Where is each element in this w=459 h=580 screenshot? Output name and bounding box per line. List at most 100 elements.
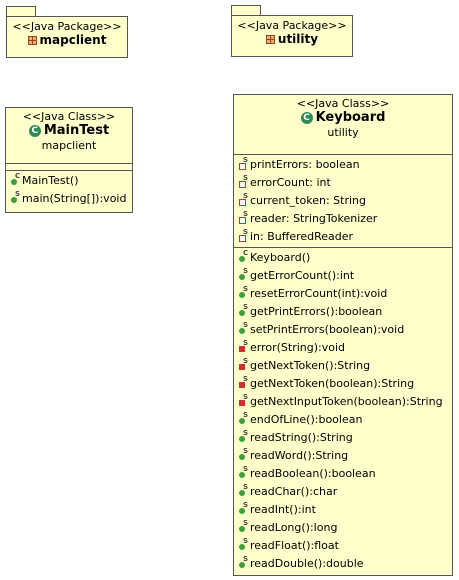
package-icon bbox=[265, 35, 275, 44]
method-item[interactable]: S readBoolean():boolean bbox=[238, 465, 452, 483]
method-label: getErrorCount():int bbox=[250, 269, 355, 282]
field-label: current_token: String bbox=[250, 194, 366, 207]
method-label: readDouble():double bbox=[250, 557, 364, 570]
package-title: utility bbox=[265, 32, 319, 47]
static-public-method-icon: S bbox=[238, 411, 250, 429]
package-name: mapclient bbox=[39, 33, 107, 47]
method-item[interactable]: S getErrorCount():int bbox=[238, 267, 452, 285]
method-item[interactable]: S readLong():long bbox=[238, 519, 452, 537]
method-item[interactable]: S readChar():char bbox=[238, 483, 452, 501]
method-label: getNextInputToken(boolean):String bbox=[250, 395, 443, 408]
static-private-method-icon: S bbox=[238, 393, 250, 411]
field-item[interactable]: S errorCount: int bbox=[238, 174, 452, 192]
field-item[interactable]: S in: BufferedReader bbox=[238, 228, 452, 246]
method-item[interactable]: S resetErrorCount(int):void bbox=[238, 285, 452, 303]
field-label: in: BufferedReader bbox=[250, 230, 354, 243]
package-name: utility bbox=[277, 32, 319, 46]
method-label: readChar():char bbox=[250, 485, 338, 498]
static-public-method-icon: S bbox=[238, 447, 250, 465]
method-label: main(String[]):void bbox=[22, 192, 127, 205]
method-item[interactable]: S readFloat():float bbox=[238, 537, 452, 555]
package-icon bbox=[27, 36, 37, 45]
method-label: error(String):void bbox=[250, 341, 346, 354]
static-public-method-icon: S bbox=[238, 537, 250, 555]
class-title: C Keyboard bbox=[300, 110, 386, 126]
method-label: readString():String bbox=[250, 431, 353, 444]
class-icon: C bbox=[28, 125, 41, 137]
method-item[interactable]: C MainTest() bbox=[10, 172, 132, 190]
class-header: <<Java Class>> C MainTest mapclient bbox=[6, 108, 132, 163]
method-label: getNextToken():String bbox=[250, 359, 371, 372]
method-label: readBoolean():boolean bbox=[250, 467, 376, 480]
field-item[interactable]: S reader: StringTokenizer bbox=[238, 210, 452, 228]
static-public-method-icon: S bbox=[10, 190, 22, 208]
field-label: printErrors: boolean bbox=[250, 158, 360, 171]
package-tab bbox=[231, 5, 261, 15]
package-tab bbox=[6, 6, 36, 16]
method-item[interactable]: S setPrintErrors(boolean):void bbox=[238, 321, 452, 339]
package-body: <<Java Package>> utility bbox=[231, 15, 353, 57]
static-public-method-icon: S bbox=[238, 429, 250, 447]
method-item[interactable]: S getNextToken(boolean):String bbox=[238, 375, 452, 393]
static-public-method-icon: S bbox=[238, 465, 250, 483]
method-list: C Keyboard() S getErrorCount():int S res… bbox=[234, 247, 452, 575]
field-label: errorCount: int bbox=[250, 176, 331, 189]
package-mapclient[interactable]: <<Java Package>> mapclient bbox=[6, 6, 128, 58]
static-public-method-icon: S bbox=[238, 519, 250, 537]
package-utility[interactable]: <<Java Package>> utility bbox=[231, 5, 353, 57]
class-title: C MainTest bbox=[28, 123, 109, 139]
method-label: readFloat():float bbox=[250, 539, 339, 552]
method-label: resetErrorCount(int):void bbox=[250, 287, 388, 300]
class-package: utility bbox=[327, 126, 359, 139]
class-name: Keyboard bbox=[315, 110, 386, 125]
static-public-method-icon: S bbox=[238, 303, 250, 321]
method-item[interactable]: S error(String):void bbox=[238, 339, 452, 357]
static-private-field-icon: S bbox=[238, 228, 250, 246]
method-item[interactable]: S getNextToken():String bbox=[238, 357, 452, 375]
static-private-field-icon: S bbox=[238, 192, 250, 210]
method-label: MainTest() bbox=[22, 174, 79, 187]
static-public-method-icon: S bbox=[238, 483, 250, 501]
method-item[interactable]: S readWord():String bbox=[238, 447, 452, 465]
method-label: readInt():int bbox=[250, 503, 316, 516]
constructor-icon: C bbox=[10, 172, 22, 190]
static-public-method-icon: S bbox=[238, 267, 250, 285]
class-package: mapclient bbox=[41, 139, 97, 152]
method-label: getNextToken(boolean):String bbox=[250, 377, 415, 390]
static-private-method-icon: S bbox=[238, 339, 250, 357]
class-icon: C bbox=[300, 112, 313, 124]
class-stereotype: <<Java Class>> bbox=[22, 110, 116, 123]
package-title: mapclient bbox=[27, 33, 107, 48]
static-private-method-icon: S bbox=[238, 357, 250, 375]
static-private-method-icon: S bbox=[238, 375, 250, 393]
static-public-method-icon: S bbox=[238, 501, 250, 519]
class-keyboard[interactable]: <<Java Class>> C Keyboard utility S prin… bbox=[233, 94, 453, 576]
method-item[interactable]: S readString():String bbox=[238, 429, 452, 447]
static-private-field-icon: S bbox=[238, 174, 250, 192]
method-item[interactable]: S getPrintErrors():boolean bbox=[238, 303, 452, 321]
method-label: getPrintErrors():boolean bbox=[250, 305, 383, 318]
method-item[interactable]: S readDouble():double bbox=[238, 555, 452, 573]
method-label: readLong():long bbox=[250, 521, 338, 534]
method-item[interactable]: C Keyboard() bbox=[238, 249, 452, 267]
method-item[interactable]: S endOfLine():boolean bbox=[238, 411, 452, 429]
static-private-field-icon: S bbox=[238, 210, 250, 228]
field-item[interactable]: S current_token: String bbox=[238, 192, 452, 210]
method-label: setPrintErrors(boolean):void bbox=[250, 323, 405, 336]
method-label: Keyboard() bbox=[250, 251, 311, 264]
method-item[interactable]: S getNextInputToken(boolean):String bbox=[238, 393, 452, 411]
package-stereotype: <<Java Package>> bbox=[237, 19, 347, 32]
class-maintest[interactable]: <<Java Class>> C MainTest mapclient C Ma… bbox=[5, 107, 133, 213]
static-public-method-icon: S bbox=[238, 555, 250, 573]
method-label: endOfLine():boolean bbox=[250, 413, 363, 426]
method-item[interactable]: S readInt():int bbox=[238, 501, 452, 519]
constructor-icon: C bbox=[238, 249, 250, 267]
field-label: reader: StringTokenizer bbox=[250, 212, 378, 225]
class-header: <<Java Class>> C Keyboard utility bbox=[234, 95, 452, 154]
field-list: S printErrors: boolean S errorCount: int… bbox=[234, 154, 452, 247]
static-private-field-icon: S bbox=[238, 156, 250, 174]
method-item[interactable]: S main(String[]):void bbox=[10, 190, 132, 208]
field-item[interactable]: S printErrors: boolean bbox=[238, 156, 452, 174]
static-public-method-icon: S bbox=[238, 321, 250, 339]
static-public-method-icon: S bbox=[238, 285, 250, 303]
